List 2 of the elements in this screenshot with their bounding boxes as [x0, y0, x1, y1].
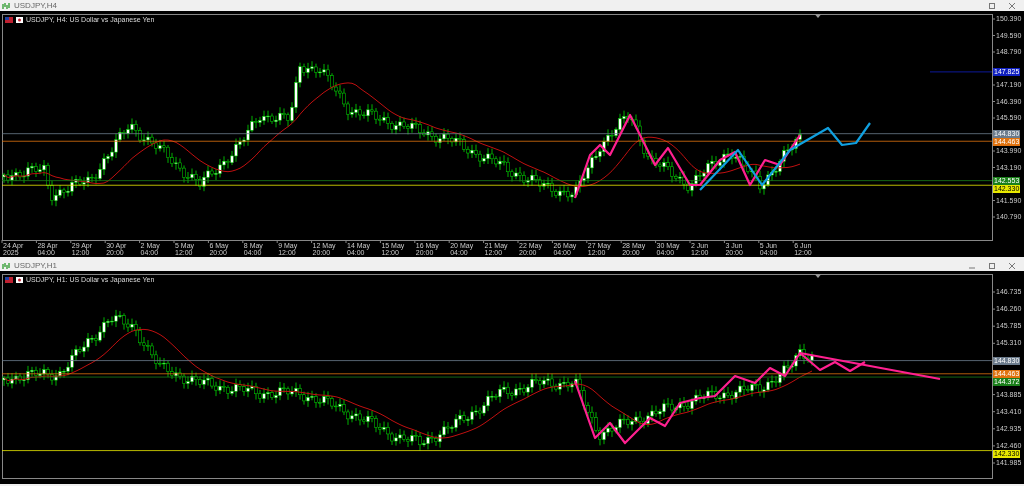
window-title: USDJPY,H1 — [14, 261, 57, 270]
window-title: USDJPY,H4 — [14, 1, 57, 10]
